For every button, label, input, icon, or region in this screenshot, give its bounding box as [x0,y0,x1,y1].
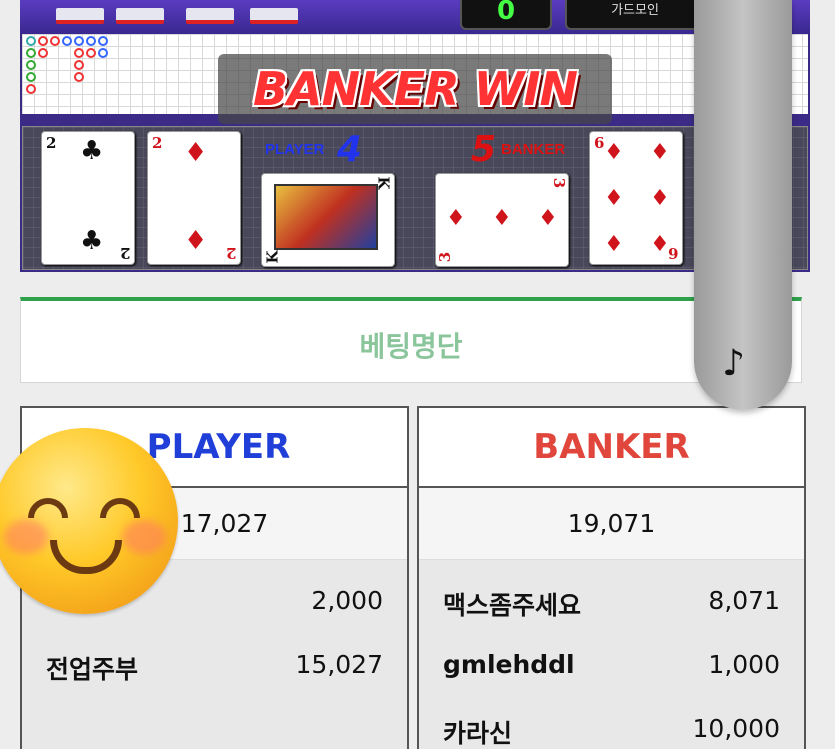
banker-score: 5 [471,129,497,170]
top-strip: 0 가드모인 [20,0,810,34]
card-table: 2 ♣ ♣ 2 2 ♦ ♦ 2 K K PLAYER 4 5 BANKER 3 … [22,126,808,270]
king-face-art [274,184,378,250]
player-bet-row: 전업주부 15,027 [22,634,407,696]
banker-card-1: 3 ♦ ♦ ♦ 3 [435,173,569,267]
music-control[interactable]: ♪ [694,0,792,410]
bet-list-header[interactable]: 베팅명단 [20,297,802,383]
banker-total: 19,071 [419,488,804,560]
bettor-name: 카라신 [443,719,513,748]
music-note-icon[interactable]: ♪ [722,346,745,382]
banker-bet-row: 카라신 10,000 [419,698,804,749]
banker-bets-panel: BANKER 19,071 맥스좀주세요 8,071 gmlehddl 1,00… [417,406,806,749]
screen: 0 가드모인 BANKER WIN 2 ♣ ♣ 2 2 ♦ ♦ 2 K K PL… [0,0,835,749]
player-card-1: 2 ♣ ♣ 2 [41,131,135,265]
mini-card [56,8,104,24]
banker-panel-title: BANKER [419,408,804,488]
baccarat-game-view[interactable]: 0 가드모인 BANKER WIN 2 ♣ ♣ 2 2 ♦ ♦ 2 K K PL… [20,0,810,272]
player-card-3: K K [261,173,395,267]
mini-card [116,8,164,24]
bettor-name: gmlehddl [443,650,575,679]
mini-card [186,8,234,24]
bet-amount: 8,071 [708,586,780,615]
score-display: 0 [460,0,552,30]
bet-amount: 2,000 [311,586,383,615]
player-card-2: 2 ♦ ♦ 2 [147,131,241,265]
banker-label: BANKER [501,141,566,158]
bet-list-title: 베팅명단 [359,330,463,363]
banker-bet-row: gmlehddl 1,000 [419,634,804,696]
bettor-name: 맥스좀주세요 [443,591,582,620]
bet-amount: 10,000 [692,714,780,743]
banker-card-2: 6 ♦ ♦ ♦ ♦ ♦ ♦ 6 [589,131,683,265]
player-score: 4 [337,129,363,170]
banker-bet-row: 맥스좀주세요 8,071 [419,570,804,632]
mini-card [250,8,298,24]
bet-amount: 1,000 [708,650,780,679]
bettor-name: 전업주부 [46,655,139,684]
bet-amount: 15,027 [295,650,383,679]
mode-display[interactable]: 가드모인 [565,0,705,30]
result-banner: BANKER WIN [218,54,612,124]
player-label: PLAYER [265,141,325,158]
smiling-face-emoji [0,428,178,614]
